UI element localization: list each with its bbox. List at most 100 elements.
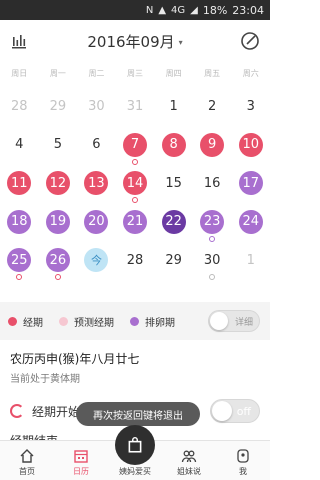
calendar-day[interactable]: 14	[116, 165, 155, 204]
calendar-day[interactable]: 30	[77, 88, 116, 127]
day-marker-icon	[16, 274, 23, 280]
month-selector[interactable]: 2016年09月 ▾	[87, 31, 182, 52]
tab-home[interactable]: 首页	[0, 441, 54, 480]
predicted-dot-icon	[59, 316, 68, 326]
day-number: 1	[246, 252, 255, 268]
calendar-day[interactable]: 25	[0, 242, 39, 281]
network-type: 4G	[171, 4, 186, 16]
calendar-day[interactable]: 22	[154, 204, 193, 243]
tab-shopping-bubble	[115, 425, 155, 465]
tab-shopping[interactable]: 姨妈爱买	[108, 425, 162, 480]
profile-icon	[237, 449, 249, 463]
calendar-day[interactable]: 19	[39, 204, 78, 243]
edit-icon[interactable]	[240, 31, 260, 51]
exit-toast: 再次按返回键将退出	[76, 402, 200, 426]
day-number: 20	[84, 209, 109, 234]
day-number: 22	[161, 209, 186, 234]
calendar-day[interactable]: 4	[0, 127, 39, 166]
calendar-day[interactable]: 9	[193, 127, 232, 166]
detail-toggle[interactable]: 详细	[208, 310, 260, 332]
day-number: 25	[7, 248, 32, 272]
day-marker-icon	[209, 274, 216, 280]
day-number: 16	[203, 175, 221, 191]
calendar-day[interactable]: 15	[154, 165, 193, 204]
calendar-day[interactable]: 2	[193, 88, 232, 127]
day-number: 28	[126, 252, 144, 268]
calendar-week-row: 4 5 6 7 8 9 10	[0, 127, 270, 166]
calendar-day[interactable]: 23	[193, 204, 232, 243]
calendar-day[interactable]: 1	[154, 88, 193, 127]
day-marker-icon	[132, 158, 139, 165]
weekday-label: 周一	[49, 69, 66, 78]
day-number: 11	[7, 171, 32, 195]
calendar-day[interactable]: 7	[116, 127, 155, 166]
tab-sisters-label: 姐妹说	[177, 467, 201, 476]
calendar-week-row: 25 26 今 28 29 30 1	[0, 242, 270, 281]
tab-home-label: 首页	[19, 467, 35, 476]
calendar-day[interactable]: 29	[154, 242, 193, 281]
calendar-day[interactable]: 28	[0, 88, 39, 127]
switch-knob	[212, 401, 232, 421]
calendar-day[interactable]: 29	[39, 88, 78, 127]
calendar-day[interactable]: 13	[77, 165, 116, 204]
calendar-day[interactable]: 21	[116, 204, 155, 243]
calendar-day[interactable]: 今	[77, 242, 116, 281]
day-number: 24	[238, 209, 263, 234]
weekday-label: 周五	[204, 69, 221, 78]
period-start-switch[interactable]: off	[210, 399, 260, 423]
calendar-day[interactable]: 8	[154, 127, 193, 166]
day-number: 26	[45, 248, 70, 272]
calendar-day[interactable]: 5	[39, 127, 78, 166]
calendar-day[interactable]: 6	[77, 127, 116, 166]
chart-icon[interactable]	[10, 32, 28, 50]
calendar-day[interactable]: 20	[77, 204, 116, 243]
period-dot-icon	[8, 316, 17, 326]
calendar-day[interactable]: 1	[231, 242, 270, 281]
calendar-day[interactable]: 30	[193, 242, 232, 281]
calendar-day[interactable]: 11	[0, 165, 39, 204]
day-number: 1	[169, 98, 178, 114]
calendar-day[interactable]: 10	[231, 127, 270, 166]
calendar-week-row: 11 12 13 14 15 16 17	[0, 165, 270, 204]
calendar-day[interactable]: 24	[231, 204, 270, 243]
ovulation-dot-icon	[130, 316, 139, 326]
signal-icon: ◢	[190, 4, 198, 16]
month-title: 2016年09月	[87, 32, 175, 51]
weekday-label: 周六	[242, 69, 259, 78]
day-number: 2	[208, 98, 217, 114]
toggle-knob	[210, 312, 228, 330]
day-number: 13	[84, 171, 109, 195]
day-number: 30	[88, 98, 105, 114]
tab-calendar[interactable]: 日历	[54, 441, 108, 480]
legend-bar: 经期 预测经期 排卵期 详细	[0, 302, 270, 340]
tab-me-label: 我	[239, 467, 247, 476]
legend-predicted: 预测经期	[59, 314, 114, 329]
calendar-day[interactable]: 26	[39, 242, 78, 281]
calendar-day[interactable]: 16	[193, 165, 232, 204]
day-number: 4	[15, 137, 24, 152]
weekday-label: 周二	[88, 69, 105, 78]
tab-me[interactable]: 我	[216, 441, 270, 480]
tab-sisters[interactable]: 姐妹说	[162, 441, 216, 480]
period-start-label: 经期开始	[32, 404, 81, 419]
calendar-day[interactable]: 18	[0, 204, 39, 243]
day-number: 12	[45, 171, 70, 195]
calendar-day[interactable]: 3	[231, 88, 270, 127]
period-start-icon	[10, 404, 24, 418]
calendar-day[interactable]: 12	[39, 165, 78, 204]
day-number: 7	[123, 132, 148, 157]
status-bar: N ▲ 4G ◢ 18% 23:04	[0, 0, 270, 20]
tab-shopping-label: 姨妈爱买	[119, 467, 151, 476]
day-number: 17	[238, 171, 263, 195]
calendar-week-row: 28 29 30 31 1 2 3	[0, 88, 270, 127]
tab-calendar-label: 日历	[73, 467, 89, 476]
calendar-day[interactable]: 17	[231, 165, 270, 204]
day-number: 28	[11, 98, 28, 114]
day-number: 8	[161, 132, 186, 157]
legend-period: 经期	[8, 314, 43, 329]
group-icon	[181, 450, 197, 463]
weekday-label: 周四	[165, 69, 182, 78]
calendar-grid: 28 29 30 31 1 2 3 4 5 6 7 8 9 10 11 12 13 14 15 16 17 18 19 20 2…	[0, 88, 270, 281]
calendar-day[interactable]: 28	[116, 242, 155, 281]
calendar-day[interactable]: 31	[116, 88, 155, 127]
